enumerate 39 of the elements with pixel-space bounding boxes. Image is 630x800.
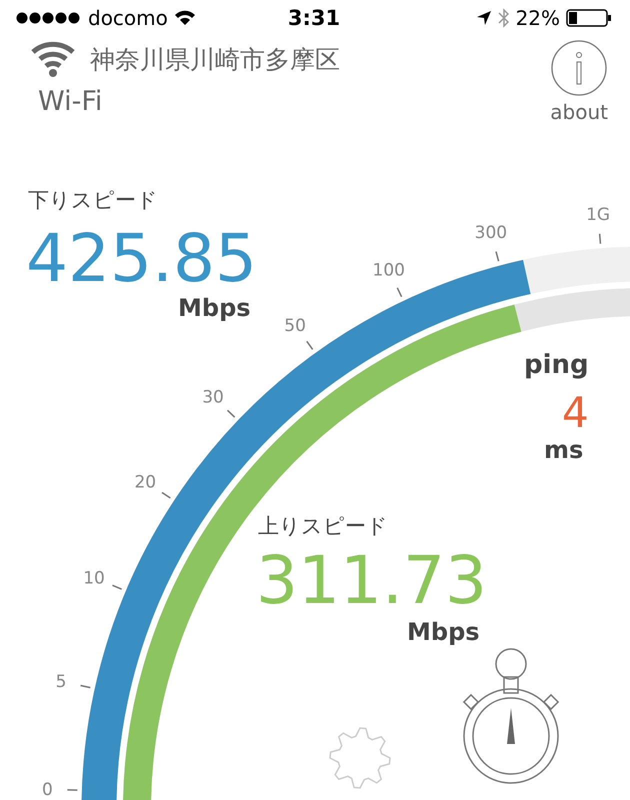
tick-mark (80, 684, 90, 688)
tick-mark (306, 340, 314, 350)
wifi-icon (174, 10, 196, 26)
tick-label: 5 (56, 672, 66, 692)
carrier-name: docomo (88, 6, 168, 30)
ping-value: 4 (562, 392, 589, 434)
tick-label: 300 (474, 223, 508, 244)
tick-label: 100 (372, 260, 405, 281)
upload-label: 上りスピード (258, 513, 388, 540)
download-speed: 425.85 (26, 226, 257, 292)
location-arrow-icon (476, 10, 492, 26)
tick-mark (67, 789, 78, 791)
tick-mark (112, 584, 122, 590)
network-type: Wi-Fi (38, 86, 104, 117)
tick-label: 0 (42, 780, 53, 800)
download-label: 下りスピード (28, 187, 158, 214)
stopwatch-icon[interactable] (462, 648, 560, 784)
battery-icon (566, 9, 612, 27)
tick-label: 20 (134, 472, 156, 493)
tick-mark (495, 251, 500, 262)
wifi-icon (30, 40, 76, 78)
tick-label: 30 (202, 387, 224, 408)
tick-mark (396, 287, 402, 298)
clock-time: 3:31 (288, 6, 340, 30)
tick-mark (226, 410, 236, 418)
download-unit: Mbps (178, 294, 251, 322)
upload-speed: 311.73 (256, 548, 487, 614)
ping-unit: ms (544, 436, 584, 464)
tick-mark (162, 492, 171, 499)
tick-label: 10 (83, 568, 105, 589)
ping-label: ping (524, 350, 589, 380)
tick-label: 1G (586, 204, 610, 225)
bluetooth-icon (498, 8, 510, 28)
battery-percent: 22% (516, 6, 560, 30)
tick-mark (598, 234, 602, 244)
signal-icon (16, 12, 82, 24)
upload-unit: Mbps (407, 618, 480, 646)
location-text: 神奈川県川崎市多摩区 (90, 44, 340, 76)
tick-label: 50 (284, 316, 306, 336)
